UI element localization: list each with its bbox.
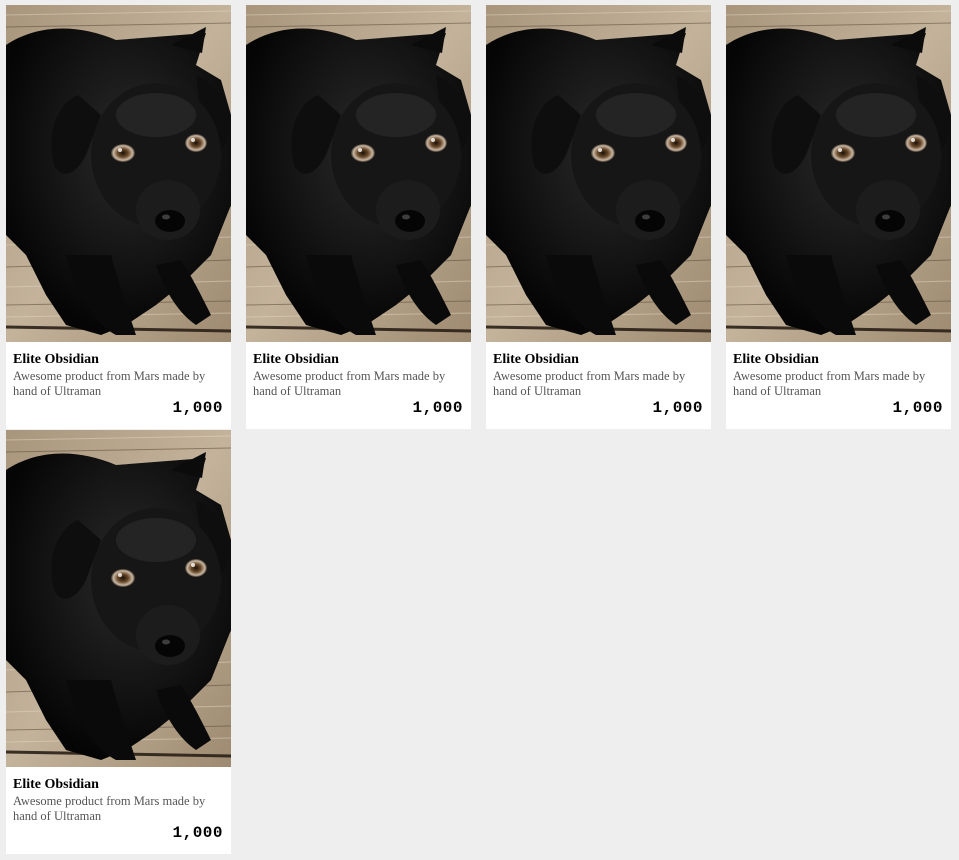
product-price: 1,000: [172, 824, 223, 842]
product-image[interactable]: [246, 5, 471, 342]
product-name[interactable]: Elite Obsidian: [493, 342, 703, 368]
product-description: Awesome product from Mars made by hand o…: [253, 369, 446, 398]
black-puppy-photo: [486, 5, 711, 342]
product-name[interactable]: Elite Obsidian: [13, 767, 223, 793]
black-puppy-photo: [6, 5, 231, 342]
product-info: Elite Obsidian Awesome product from Mars…: [6, 342, 231, 429]
product-price: 1,000: [412, 399, 463, 417]
product-image[interactable]: [486, 5, 711, 342]
product-name[interactable]: Elite Obsidian: [13, 342, 223, 368]
product-description: Awesome product from Mars made by hand o…: [13, 369, 206, 398]
product-info: Elite Obsidian Awesome product from Mars…: [486, 342, 711, 429]
product-card[interactable]: Elite Obsidian Awesome product from Mars…: [486, 5, 711, 429]
product-description: Awesome product from Mars made by hand o…: [493, 369, 686, 398]
product-info: Elite Obsidian Awesome product from Mars…: [6, 767, 231, 854]
product-card[interactable]: Elite Obsidian Awesome product from Mars…: [6, 5, 231, 429]
product-card[interactable]: Elite Obsidian Awesome product from Mars…: [6, 430, 231, 854]
product-card[interactable]: Elite Obsidian Awesome product from Mars…: [246, 5, 471, 429]
product-description: Awesome product from Mars made by hand o…: [733, 369, 926, 398]
product-image[interactable]: [6, 430, 231, 767]
product-image[interactable]: [6, 5, 231, 342]
black-puppy-photo: [246, 5, 471, 342]
product-price: 1,000: [652, 399, 703, 417]
product-grid: Elite Obsidian Awesome product from Mars…: [0, 0, 959, 860]
product-price: 1,000: [172, 399, 223, 417]
product-price: 1,000: [892, 399, 943, 417]
product-info: Elite Obsidian Awesome product from Mars…: [246, 342, 471, 429]
product-card[interactable]: Elite Obsidian Awesome product from Mars…: [726, 5, 951, 429]
black-puppy-photo: [726, 5, 951, 342]
product-description: Awesome product from Mars made by hand o…: [13, 794, 206, 823]
product-info: Elite Obsidian Awesome product from Mars…: [726, 342, 951, 429]
product-image[interactable]: [726, 5, 951, 342]
black-puppy-photo: [6, 430, 231, 767]
product-name[interactable]: Elite Obsidian: [733, 342, 943, 368]
product-name[interactable]: Elite Obsidian: [253, 342, 463, 368]
